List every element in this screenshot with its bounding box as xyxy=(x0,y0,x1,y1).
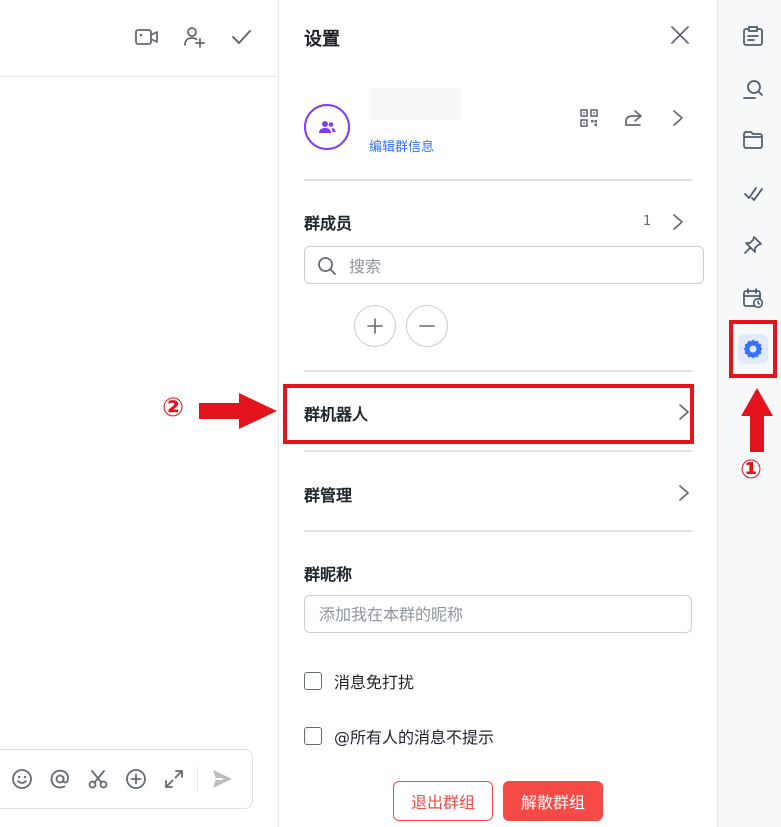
video-call-icon[interactable] xyxy=(134,24,160,50)
checkmark-icon[interactable] xyxy=(228,24,254,50)
toolbar-separator xyxy=(197,767,198,791)
nickname-input[interactable] xyxy=(304,595,692,633)
screenshot-icon[interactable] xyxy=(85,766,111,792)
add-member-icon[interactable] xyxy=(181,24,207,50)
dissolve-group-button[interactable]: 解散群组 xyxy=(503,781,603,821)
calendar-icon[interactable] xyxy=(738,283,768,313)
mute-checkbox[interactable] xyxy=(304,672,322,690)
annotation-step-1: ① xyxy=(740,455,763,485)
qr-code-icon[interactable] xyxy=(576,105,602,131)
folder-icon[interactable] xyxy=(738,125,768,155)
group-bots-label: 群机器人 xyxy=(304,405,369,424)
member-count: 1 xyxy=(643,214,652,229)
at-all-checkbox[interactable] xyxy=(304,727,322,745)
member-search-box[interactable] xyxy=(304,246,704,284)
add-icon[interactable] xyxy=(123,766,149,792)
at-all-checkbox-row[interactable]: @所有人的消息不提示 xyxy=(304,725,494,747)
chat-header xyxy=(0,0,278,77)
send-icon[interactable] xyxy=(209,766,235,792)
chevron-right-icon xyxy=(674,402,694,422)
annotation-step-2: ② xyxy=(162,393,185,423)
divider xyxy=(304,179,692,181)
group-bots-row[interactable]: 群机器人 xyxy=(304,392,692,432)
group-name xyxy=(369,88,461,120)
group-members-icon xyxy=(319,121,336,133)
at-all-label: @所有人的消息不提示 xyxy=(334,728,495,747)
nickname-title: 群昵称 xyxy=(304,565,353,584)
members-title: 群成员 xyxy=(304,214,353,233)
leave-group-button[interactable]: 退出群组 xyxy=(393,781,493,821)
divider xyxy=(304,370,692,372)
search-icon xyxy=(318,257,336,275)
divider xyxy=(304,530,692,532)
settings-icon[interactable] xyxy=(738,334,768,364)
edit-group-info-link[interactable]: 编辑群信息 xyxy=(369,136,434,155)
chevron-right-icon xyxy=(674,483,694,503)
add-member-button[interactable] xyxy=(354,305,396,347)
mute-checkbox-row[interactable]: 消息免打扰 xyxy=(304,670,414,692)
chat-pane xyxy=(0,0,278,827)
tasks-icon[interactable] xyxy=(738,178,768,208)
expand-icon[interactable] xyxy=(161,766,187,792)
pin-icon[interactable] xyxy=(738,230,768,260)
mention-icon[interactable] xyxy=(47,766,73,792)
minus-icon xyxy=(419,325,435,327)
search-history-icon[interactable] xyxy=(738,74,768,104)
divider xyxy=(304,450,692,452)
group-avatar[interactable] xyxy=(304,104,350,150)
member-search-input[interactable] xyxy=(347,253,691,279)
group-management-row[interactable]: 群管理 xyxy=(304,473,692,513)
right-sidebar xyxy=(717,0,781,827)
settings-panel: 设置 编辑群信息 群成员 1 群机器人 群管理 xyxy=(279,0,717,827)
message-composer[interactable] xyxy=(0,749,253,809)
plus-icon xyxy=(367,318,383,334)
share-icon[interactable] xyxy=(620,105,646,131)
mute-label: 消息免打扰 xyxy=(334,673,415,692)
emoji-icon[interactable] xyxy=(9,766,35,792)
announcement-icon[interactable] xyxy=(738,21,768,51)
members-chevron-icon[interactable] xyxy=(668,212,688,232)
chevron-right-icon[interactable] xyxy=(665,105,691,131)
group-management-label: 群管理 xyxy=(304,486,353,505)
close-icon[interactable] xyxy=(667,22,693,48)
settings-title: 设置 xyxy=(304,29,340,50)
remove-member-button[interactable] xyxy=(406,305,448,347)
